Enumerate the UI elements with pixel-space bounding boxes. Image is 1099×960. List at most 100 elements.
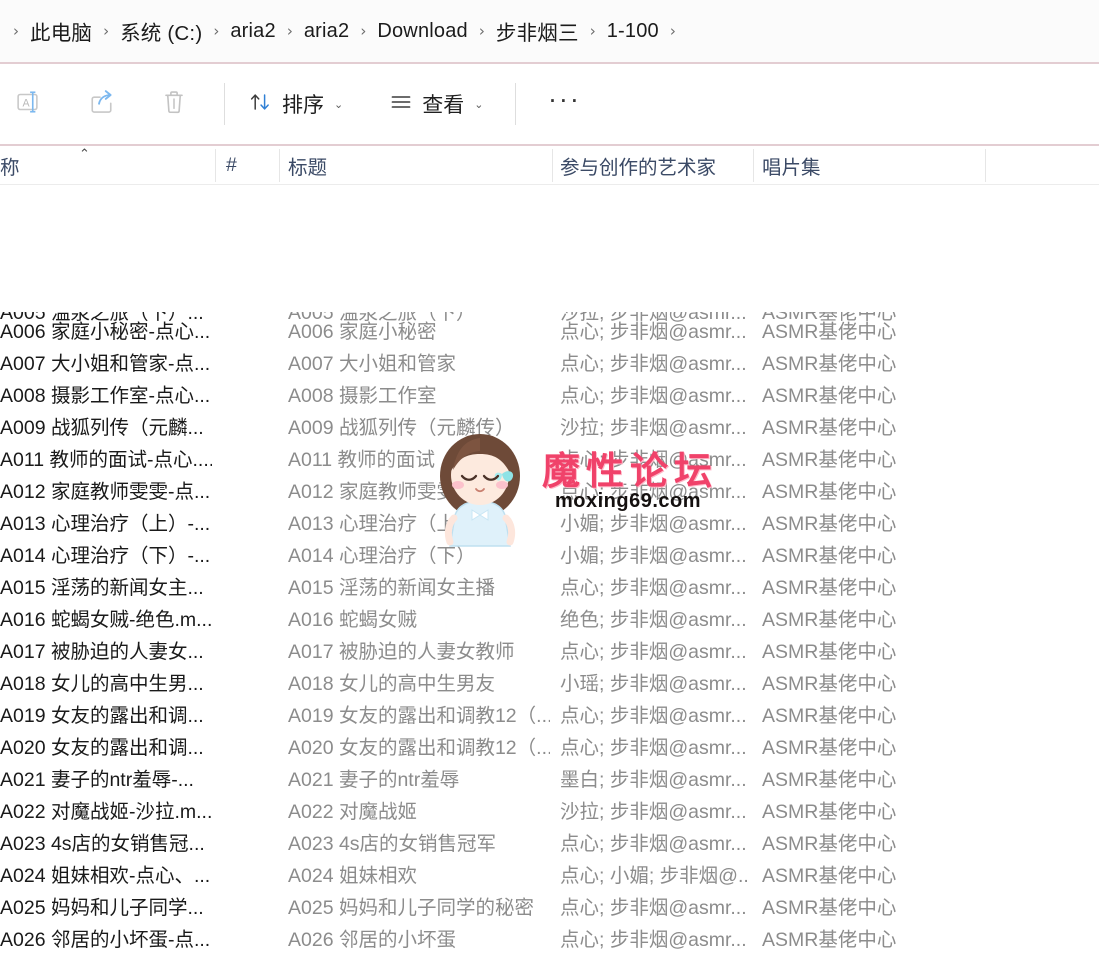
cell-artist: 绝色; 步非烟@asmr...: [560, 608, 747, 631]
column-header-album[interactable]: 唱片集: [762, 146, 977, 185]
table-row[interactable]: A027 读本：被挠脚心... A027 读本：被挠脚心的女老师 沙拉; 步非烟@a…: [0, 953, 1099, 960]
cell-artist: 点心; 步非烟@asmr...: [560, 384, 747, 407]
cell-title: A015 淫荡的新闻女主播: [288, 576, 495, 599]
cell-name: A007 大小姐和管家-点...: [0, 352, 211, 375]
cell-album: ASMR基佬中心: [762, 640, 897, 663]
cell-name: A024 姐妹相欢-点心、...: [0, 864, 211, 887]
cell-album: ASMR基佬中心: [762, 416, 897, 439]
breadcrumb-chevron-icon[interactable]: ›: [92, 23, 120, 39]
table-row[interactable]: A011 教师的面试-点心.... A011 教师的面试 点心; 步非烟@asmr.…: [0, 441, 1099, 473]
cell-title: A022 对魔战姬: [288, 800, 417, 823]
column-divider[interactable]: [215, 149, 216, 182]
view-button[interactable]: 查看 ⌄: [375, 80, 497, 128]
cell-album: ASMR基佬中心: [762, 800, 897, 823]
table-row[interactable]: A026 邻居的小坏蛋-点... A026 邻居的小坏蛋 点心; 步非烟@asmr.…: [0, 921, 1099, 953]
breadcrumb-item-download[interactable]: Download: [377, 20, 468, 43]
column-divider[interactable]: [753, 149, 754, 182]
cell-artist: 点心; 步非烟@asmr...: [560, 704, 747, 727]
column-header-artist-label: 参与创作的艺术家: [560, 157, 717, 179]
table-row[interactable]: A017 被胁迫的人妻女... A017 被胁迫的人妻女教师 点心; 步非烟@asm…: [0, 633, 1099, 665]
toolbar-divider-2: [515, 83, 517, 125]
toolbar: A 排序 ⌄ 查看 ⌄ ···: [0, 64, 1099, 144]
column-header-name[interactable]: 称: [0, 146, 208, 185]
table-row[interactable]: A012 家庭教师雯雯-点... A012 家庭教师雯雯 点心; 步非烟@asmr.…: [0, 473, 1099, 505]
cell-title: A014 心理治疗（下）: [288, 544, 476, 567]
breadcrumb-item-system-c[interactable]: 系统 (C:): [120, 16, 202, 46]
cell-album: ASMR基佬中心: [762, 544, 897, 567]
cell-title: A018 女儿的高中生男友: [288, 672, 495, 695]
breadcrumb-item-bufeiyan3[interactable]: 步非烟三: [496, 16, 579, 46]
column-header-number[interactable]: #: [226, 146, 276, 185]
cell-title: A021 妻子的ntr羞辱: [288, 768, 460, 791]
cell-album: ASMR基佬中心: [762, 576, 897, 599]
cell-artist: 点心; 步非烟@asmr...: [560, 832, 747, 855]
table-row[interactable]: A015 淫荡的新闻女主... A015 淫荡的新闻女主播 点心; 步非烟@asmr…: [0, 569, 1099, 601]
breadcrumb-chevron-icon[interactable]: ›: [349, 23, 377, 39]
breadcrumb-chevron-icon[interactable]: ›: [202, 23, 230, 39]
breadcrumb-chevron-icon[interactable]: ›: [579, 23, 607, 39]
cell-number: [224, 345, 276, 377]
cell-name: A021 妻子的ntr羞辱-...: [0, 768, 194, 791]
cell-number: [224, 473, 276, 505]
column-divider[interactable]: [985, 149, 986, 182]
column-header-title-label: 标题: [288, 157, 328, 179]
cell-artist: 点心; 步非烟@asmr...: [560, 928, 747, 951]
sort-ascending-icon: ⌃: [79, 147, 90, 162]
table-row[interactable]: A008 摄影工作室-点心.... A008 摄影工作室 点心; 步非烟@asmr.…: [0, 377, 1099, 409]
table-row[interactable]: A023 4s店的女销售冠... A023 4s店的女销售冠军 点心; 步非烟@as…: [0, 825, 1099, 857]
table-row[interactable]: A013 心理治疗（上）-... A013 心理治疗（上） 小媚; 步非烟@asmr…: [0, 505, 1099, 537]
cell-name: A013 心理治疗（上）-...: [0, 512, 211, 535]
table-row[interactable]: A009 战狐列传（元麟... A009 战狐列传（元麟传） 沙拉; 步非烟@asm…: [0, 409, 1099, 441]
cell-title: A009 战狐列传（元麟传）: [288, 416, 515, 439]
cell-artist: 点心; 步非烟@asmr...: [560, 352, 747, 375]
cell-title: A020 女友的露出和调教12（...: [288, 736, 550, 759]
cell-title: A019 女友的露出和调教12（...: [288, 704, 550, 727]
cell-number: [224, 601, 276, 633]
cell-name: A009 战狐列传（元麟...: [0, 416, 204, 439]
cell-artist: 小媚; 步非烟@asmr...: [560, 512, 747, 535]
breadcrumb-chevron-icon[interactable]: ›: [276, 23, 304, 39]
breadcrumb-item-aria2-2[interactable]: aria2: [304, 20, 349, 43]
breadcrumb-item-1-100[interactable]: 1-100: [607, 20, 659, 43]
table-row[interactable]: A016 蛇蝎女贼-绝色.m... A016 蛇蝎女贼 绝色; 步非烟@asmr..…: [0, 601, 1099, 633]
chevron-down-icon: ⌄: [474, 97, 484, 111]
cell-title: A012 家庭教师雯雯: [288, 480, 456, 503]
share-button[interactable]: [70, 80, 134, 128]
more-options-button[interactable]: ···: [532, 80, 596, 128]
cell-name: A027 读本：被挠脚心...: [0, 953, 212, 960]
cell-title: A006 家庭小秘密: [288, 320, 437, 343]
cell-artist: 点心; 步非烟@asmr...: [560, 320, 747, 343]
table-row[interactable]: A021 妻子的ntr羞辱-... A021 妻子的ntr羞辱 墨白; 步非烟@as…: [0, 761, 1099, 793]
table-row[interactable]: A020 女友的露出和调... A020 女友的露出和调教12（... 点心; 步非…: [0, 729, 1099, 761]
cell-title: A008 摄影工作室: [288, 384, 437, 407]
cell-name: A022 对魔战姬-沙拉.m...: [0, 800, 212, 823]
table-row[interactable]: A014 心理治疗（下）-... A014 心理治疗（下） 小媚; 步非烟@asmr…: [0, 537, 1099, 569]
cell-album: ASMR基佬中心: [762, 320, 897, 343]
table-row[interactable]: A019 女友的露出和调... A019 女友的露出和调教12（... 点心; 步非…: [0, 697, 1099, 729]
table-row[interactable]: A025 妈妈和儿子同学... A025 妈妈和儿子同学的秘密 点心; 步非烟@as…: [0, 889, 1099, 921]
breadcrumb[interactable]: › 此电脑 › 系统 (C:) › aria2 › aria2 › Downlo…: [0, 0, 1099, 62]
table-header-divider: [0, 184, 1099, 185]
cell-album: ASMR基佬中心: [762, 832, 897, 855]
table-row[interactable]: A018 女儿的高中生男... A018 女儿的高中生男友 小瑶; 步非烟@asmr…: [0, 665, 1099, 697]
cell-name: A015 淫荡的新闻女主...: [0, 576, 204, 599]
delete-button[interactable]: [142, 80, 206, 128]
table-row[interactable]: A006 家庭小秘密-点心.... A006 家庭小秘密 点心; 步非烟@asmr.…: [0, 313, 1099, 345]
column-divider[interactable]: [279, 149, 280, 182]
cell-artist: 点心; 步非烟@asmr...: [560, 640, 747, 663]
table-row[interactable]: A007 大小姐和管家-点... A007 大小姐和管家 点心; 步非烟@asmr.…: [0, 345, 1099, 377]
svg-text:A: A: [23, 97, 31, 109]
column-header-title[interactable]: 标题: [288, 146, 546, 185]
breadcrumb-chevron-icon[interactable]: ›: [659, 23, 687, 39]
sort-button[interactable]: 排序 ⌄: [235, 80, 357, 128]
rename-button[interactable]: A: [0, 80, 62, 128]
column-header-artist[interactable]: 参与创作的艺术家: [560, 146, 748, 185]
table-row[interactable]: A024 姐妹相欢-点心、... A024 姐妹相欢 点心; 小媚; 步非烟@...…: [0, 857, 1099, 889]
table-row[interactable]: A022 对魔战姬-沙拉.m... A022 对魔战姬 沙拉; 步非烟@asmr..…: [0, 793, 1099, 825]
table-body: A006 家庭小秘密-点心.... A006 家庭小秘密 点心; 步非烟@asmr.…: [0, 313, 1099, 960]
breadcrumb-item-aria2-1[interactable]: aria2: [230, 20, 275, 43]
column-divider[interactable]: [552, 149, 553, 182]
cell-album: ASMR基佬中心: [762, 672, 897, 695]
breadcrumb-item-this-pc[interactable]: 此电脑: [30, 16, 92, 46]
breadcrumb-chevron-icon[interactable]: ›: [468, 23, 496, 39]
